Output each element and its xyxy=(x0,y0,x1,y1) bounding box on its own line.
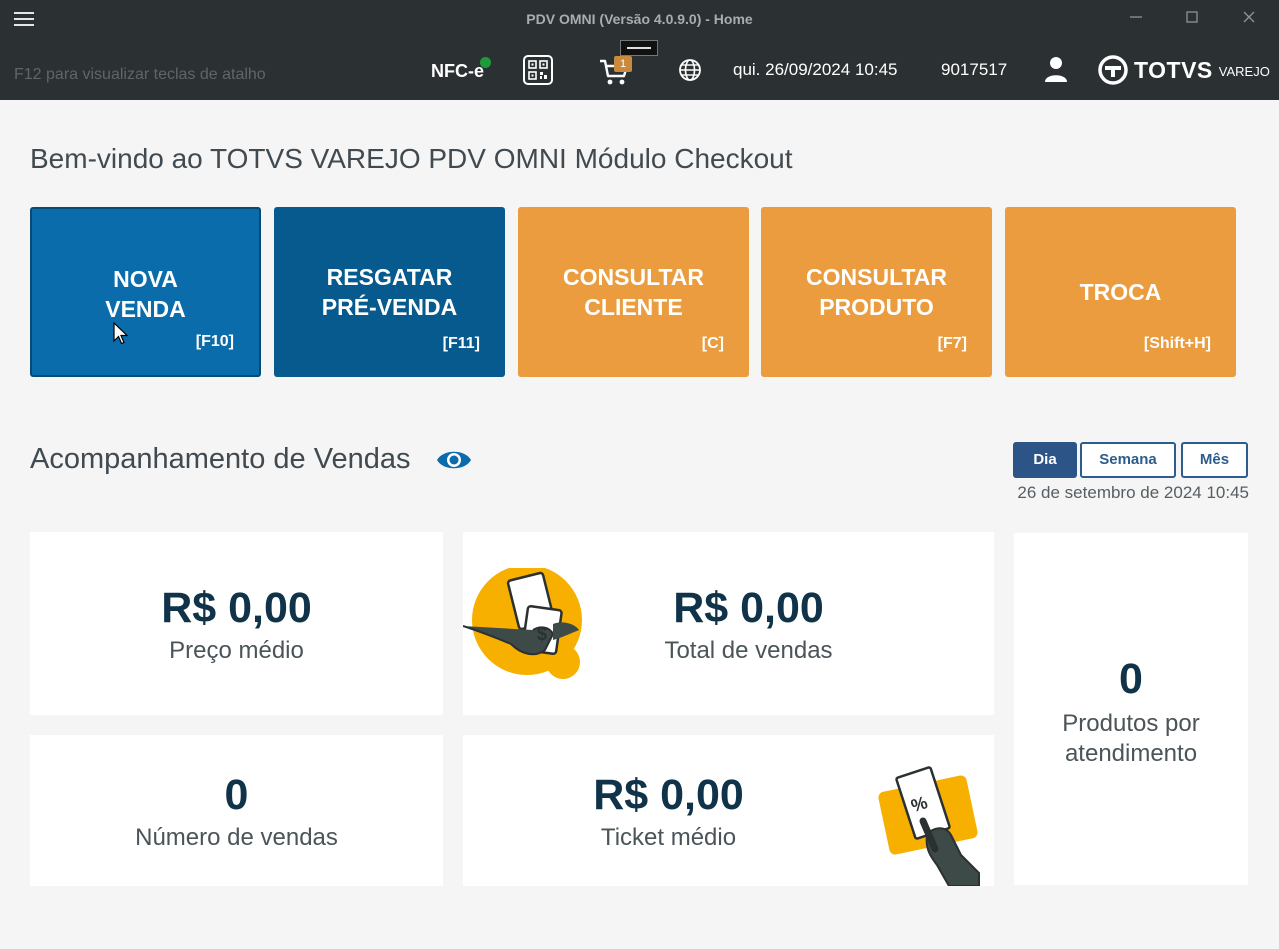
sales-tracking-title: Acompanhamento de Vendas xyxy=(30,443,411,475)
globe-icon[interactable] xyxy=(678,58,702,82)
logo-subtext: VAREJO xyxy=(1218,63,1270,79)
nova-venda-line1: NOVA xyxy=(113,266,178,292)
minimize-button[interactable] xyxy=(1126,10,1146,30)
current-datetime: qui. 26/09/2024 10:45 xyxy=(733,60,898,79)
nfce-label[interactable]: NFC-e xyxy=(431,61,484,82)
period-date: 26 de setembro de 2024 10:45 xyxy=(1017,483,1249,502)
consultar-produto-line1: CONSULTAR xyxy=(806,264,947,290)
produtos-atendimento-card: 0 Produtos por atendimento xyxy=(1014,533,1248,885)
total-vendas-value: R$ 0,00 xyxy=(673,584,824,632)
cart-count-badge: 1 xyxy=(614,56,632,72)
consultar-produto-line2: PRODUTO xyxy=(819,294,934,320)
nova-venda-line2: VENDA xyxy=(105,296,186,322)
consultar-cliente-shortcut: [C] xyxy=(701,335,724,352)
nova-venda-shortcut: [F10] xyxy=(195,333,234,350)
produtos-atendimento-value: 0 xyxy=(1119,655,1143,703)
ticket-medio-card: R$ 0,00 Ticket médio % xyxy=(463,735,994,886)
maximize-button[interactable] xyxy=(1182,10,1202,30)
consultar-cliente-line2: CLIENTE xyxy=(584,294,683,320)
preco-medio-value: R$ 0,00 xyxy=(161,584,312,632)
resgatar-line1: RESGATAR xyxy=(326,264,453,290)
totvs-logo: TOTVS VAREJO xyxy=(1098,55,1270,85)
shortcut-hint: F12 para visualizar teclas de atalho xyxy=(14,66,266,83)
consultar-cliente-label: CONSULTAR CLIENTE xyxy=(518,262,749,322)
welcome-heading: Bem-vindo ao TOTVS VAREJO PDV OMNI Módul… xyxy=(30,143,793,174)
resgatar-pre-venda-label: RESGATAR PRÉ-VENDA xyxy=(274,262,505,322)
consultar-cliente-button[interactable]: CONSULTAR CLIENTE [C] xyxy=(518,207,749,377)
resgatar-line2: PRÉ-VENDA xyxy=(321,294,458,320)
resgatar-shortcut: [F11] xyxy=(442,335,480,352)
total-vendas-card: $ R$ 0,00 Total de vendas xyxy=(463,532,994,715)
consultar-produto-label: CONSULTAR PRODUTO xyxy=(761,262,992,322)
resgatar-pre-venda-button[interactable]: RESGATAR PRÉ-VENDA [F11] xyxy=(274,207,505,377)
period-dia-button[interactable]: Dia xyxy=(1013,442,1077,478)
close-button[interactable] xyxy=(1239,10,1259,30)
tooltip-popup xyxy=(620,40,658,56)
window-titlebar: PDV OMNI (Versão 4.0.9.0) - Home xyxy=(0,0,1279,40)
preco-medio-card: R$ 0,00 Preço médio xyxy=(30,532,443,715)
consultar-produto-button[interactable]: CONSULTAR PRODUTO [F7] xyxy=(761,207,992,377)
troca-button[interactable]: TROCA [Shift+H] xyxy=(1005,207,1236,377)
logo-text: TOTVS xyxy=(1134,56,1213,83)
user-icon[interactable] xyxy=(1044,56,1068,82)
troca-label: TROCA xyxy=(1079,279,1162,305)
ticket-medio-label: Ticket médio xyxy=(600,824,737,851)
consultar-produto-shortcut: [F7] xyxy=(937,335,967,352)
nova-venda-button[interactable]: NOVA VENDA [F10] xyxy=(30,207,261,377)
qr-code-icon[interactable] xyxy=(523,55,553,85)
period-mes-button[interactable]: Mês xyxy=(1181,442,1248,478)
mouse-cursor-icon xyxy=(113,322,129,345)
troca-shortcut: [Shift+H] xyxy=(1143,335,1211,352)
nova-venda-label: NOVA VENDA xyxy=(32,264,259,324)
eye-icon[interactable] xyxy=(436,445,472,475)
consultar-cliente-line1: CONSULTAR xyxy=(563,264,704,290)
nfce-status-indicator xyxy=(480,57,491,68)
produtos-atendimento-label-line1: Produtos por xyxy=(1062,710,1200,737)
numero-vendas-card: 0 Número de vendas xyxy=(30,735,443,886)
window-title: PDV OMNI (Versão 4.0.9.0) - Home xyxy=(526,11,753,27)
produtos-atendimento-label-line2: atendimento xyxy=(1064,740,1198,767)
terminal-id: 9017517 xyxy=(941,60,1008,79)
total-vendas-label: Total de vendas xyxy=(664,637,833,664)
ticket-medio-value: R$ 0,00 xyxy=(593,771,744,819)
discount-ticket-illustration-icon: % xyxy=(878,766,980,886)
numero-vendas-label: Número de vendas xyxy=(135,824,338,851)
totvs-logo-icon xyxy=(1098,55,1128,85)
period-semana-button[interactable]: Semana xyxy=(1080,442,1176,478)
preco-medio-label: Preço médio xyxy=(169,637,304,664)
numero-vendas-value: 0 xyxy=(224,771,249,819)
